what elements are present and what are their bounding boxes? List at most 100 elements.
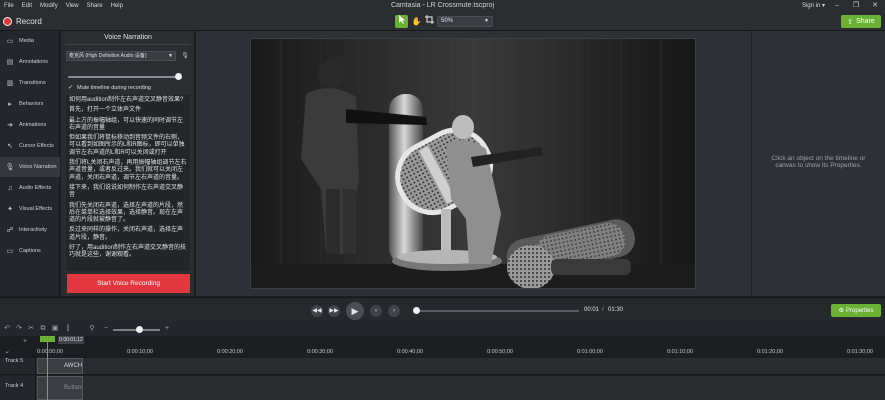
playhead-time: 0:00:01;12 — [58, 336, 84, 344]
copy-icon[interactable]: ⧉ — [38, 324, 48, 334]
script-paragraph: 如何用audition制作左右声道交叉静音效果? — [69, 97, 184, 103]
record-icon — [3, 17, 12, 26]
select-tool-icon[interactable] — [395, 15, 408, 28]
audio-icon: ♫ — [7, 184, 13, 192]
checkmark-icon[interactable]: ✓ — [68, 85, 74, 91]
mute-timeline-option[interactable]: ✓ Mute timeline during recording — [68, 85, 151, 91]
share-icon: ⇪ — [847, 18, 854, 26]
close-icon[interactable]: ✕ — [868, 1, 882, 11]
track-header[interactable]: Track 5 — [0, 358, 36, 374]
pan-tool-icon[interactable]: ✋ — [410, 15, 423, 28]
ruler-tick-label: 0:00:50;00 — [487, 349, 513, 355]
timeline-clip[interactable]: ButtonMode — [37, 376, 83, 400]
visual-fx-icon: ✦ — [7, 206, 13, 213]
menu-edit[interactable]: Edit — [18, 3, 36, 9]
record-button[interactable]: Record — [3, 15, 42, 28]
zoom-out-icon[interactable]: − — [101, 324, 111, 334]
sidebar-item-cursor-effects[interactable]: ↖ Cursor Effects — [0, 136, 60, 156]
camtasia-window: File Edit Modify View Share Help Camtasi… — [0, 0, 885, 400]
menu-modify[interactable]: Modify — [36, 3, 62, 9]
sidebar-item-audio-effects[interactable]: ♫ Audio Effects — [0, 178, 60, 198]
playhead-line — [47, 336, 48, 400]
mic-icon: 🎙 — [5, 164, 15, 171]
redo-icon[interactable]: ↷ — [14, 324, 24, 334]
properties-label: Properties — [846, 307, 874, 314]
sidebar-item-visual-effects[interactable]: ✦ Visual Effects — [0, 199, 60, 219]
timeline-track[interactable]: Track 5 AWCH — [0, 358, 885, 375]
timeline-clip[interactable]: AWCH — [37, 358, 83, 374]
sidebar-item-label: Audio Effects — [19, 185, 52, 191]
ruler-tick-label: 0:01:10;00 — [667, 349, 693, 355]
maximize-icon[interactable]: ❐ — [849, 1, 863, 11]
menu-view[interactable]: View — [62, 3, 83, 9]
add-track-icon[interactable]: + — [20, 337, 30, 347]
sidebar-item-label: Captions — [19, 248, 41, 254]
ruler-tick-label: 0:00:00;00 — [37, 349, 63, 355]
next-clip-icon[interactable]: › — [388, 305, 400, 317]
sidebar-item-label: Behaviors — [19, 101, 44, 107]
share-button[interactable]: ⇪ Share — [841, 15, 881, 28]
menu-file[interactable]: File — [0, 3, 18, 9]
track-label: Track 5 — [5, 358, 24, 364]
share-label: Share — [856, 18, 875, 25]
audio-device-select[interactable]: 麦克风 (High Definition Audio 设备) ▼ — [66, 51, 176, 61]
ruler-tick-label: 0:01:30;00 — [847, 349, 873, 355]
sidebar-item-animations[interactable]: ➜ Animations — [0, 115, 60, 135]
total-time: 01:30 — [608, 307, 624, 313]
script-paragraph: 接下来，我们说说如何制作左右声道交叉静音 — [69, 184, 184, 199]
menu-help[interactable]: Help — [107, 3, 127, 9]
input-volume-slider[interactable] — [68, 76, 181, 78]
step-forward-icon[interactable]: ▶▶ — [328, 305, 340, 317]
step-back-icon[interactable]: ◀◀ — [311, 305, 323, 317]
sidebar-item-label: Animations — [19, 122, 47, 128]
start-voice-recording-button[interactable]: Start Voice Recording — [67, 274, 190, 293]
gear-icon: ⚙ — [838, 308, 845, 314]
menu-share[interactable]: Share — [83, 3, 107, 9]
cut-icon[interactable]: ✂ — [26, 324, 36, 334]
input-volume-thumb[interactable] — [174, 73, 182, 80]
mute-timeline-label: Mute timeline during recording — [77, 85, 151, 91]
timeline-toolbar: ↶ ↷ ✂ ⧉ ▣ ⫿ ⚲ − + — [0, 322, 885, 336]
video-preview[interactable] — [250, 38, 696, 289]
sidebar-item-label: Voice Narration — [19, 164, 57, 170]
zoom-icon[interactable]: ⚲ — [87, 324, 97, 334]
sidebar-item-media[interactable]: ▭ Media — [0, 31, 60, 51]
collapse-tracks-icon[interactable]: ⌄ — [2, 347, 12, 357]
zoom-level-value: 50% — [441, 18, 454, 24]
playback-controls: ◀◀ ▶▶ ▶ ‹ › 00:01 / 01:30 ⚙ Properties — [0, 297, 885, 322]
sidebar-item-label: Cursor Effects — [19, 143, 54, 149]
ruler-tick-label: 0:00:40;00 — [397, 349, 423, 355]
split-icon[interactable]: ⫿ — [63, 324, 73, 334]
script-paragraph: 首先，打开一个立体声文件 — [69, 107, 142, 114]
playback-scrubber[interactable] — [414, 310, 579, 312]
track-header[interactable]: Track 4 — [0, 376, 36, 400]
voice-narration-panel: Voice Narration 麦克风 (High Definition Aud… — [61, 31, 195, 296]
narration-script-textarea[interactable]: 如何用audition制作左右声道交叉静音效果? 首先，打开一个立体声文件 最上… — [66, 95, 190, 271]
undo-icon[interactable]: ↶ — [2, 324, 12, 334]
timeline-zoom-thumb[interactable] — [136, 326, 143, 333]
minimize-icon[interactable]: – — [830, 1, 844, 11]
cursor-icon: ↖ — [7, 143, 13, 150]
sidebar-item-behaviors[interactable]: ▸ Behaviors — [0, 94, 60, 114]
sidebar-item-annotations[interactable]: ▤ Annotations — [0, 52, 60, 72]
sidebar-item-captions[interactable]: ▭ Captions — [0, 241, 60, 261]
film-icon: ▭ — [6, 38, 14, 45]
sidebar-item-voice-narration[interactable]: 🎙 Voice Narration — [0, 157, 60, 177]
play-icon[interactable]: ▶ — [346, 302, 364, 320]
sidebar-item-transitions[interactable]: ▥ Transitions — [0, 73, 60, 93]
properties-button[interactable]: ⚙ Properties — [831, 304, 881, 317]
mic-settings-icon[interactable]: 🎙 — [180, 51, 190, 61]
timeline-track[interactable]: Track 4 ButtonMode — [0, 376, 885, 400]
chevron-down-icon: ▼ — [168, 53, 173, 59]
crop-tool-icon[interactable] — [423, 15, 436, 28]
sign-in-link[interactable]: Sign in ▾ — [802, 0, 825, 12]
playback-scrubber-thumb[interactable] — [412, 307, 420, 314]
script-paragraph: 最上方的振幅轴组，可以快速的同时调节左右声道的音量 — [69, 117, 184, 131]
sidebar-item-interactivity[interactable]: ☍ Interactivity — [0, 220, 60, 240]
zoom-in-icon[interactable]: + — [162, 324, 172, 334]
sidebar-item-label: Transitions — [19, 80, 46, 86]
zoom-level-select[interactable]: 50% ▼ — [437, 16, 493, 27]
previous-clip-icon[interactable]: ‹ — [370, 305, 382, 317]
paste-icon[interactable]: ▣ — [50, 324, 60, 334]
timeline-ruler[interactable]: + ⌄ 0:00:01;12 0:00:00;00 0:00:10;00 0:0… — [0, 336, 885, 358]
